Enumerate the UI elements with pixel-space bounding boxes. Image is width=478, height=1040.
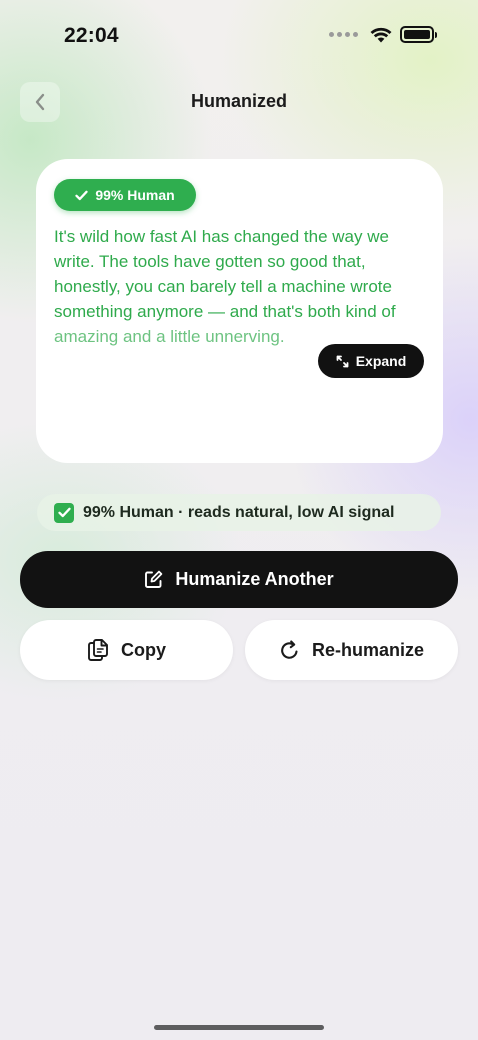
page-title: Humanized	[190, 91, 287, 111]
rehumanize-button[interactable]: Re-humanize	[245, 620, 458, 680]
expand-button[interactable]: Expand	[318, 344, 424, 378]
humanize-another-label: Humanize Another	[175, 569, 334, 589]
status-icons	[329, 26, 437, 43]
score-summary: 99% Human · reads natural, low AI signal	[37, 494, 441, 531]
signal-icon	[329, 32, 358, 37]
humanize-another-button[interactable]: Humanize Another	[20, 551, 458, 608]
home-indicator[interactable]	[154, 1025, 324, 1030]
expand-icon	[336, 355, 349, 367]
status-time: 22:04	[64, 24, 119, 47]
wifi-icon	[370, 27, 392, 42]
humanized-text-main: It's wild how fast AI has changed the wa…	[54, 227, 396, 321]
humanized-text[interactable]: It's wild how fast AI has changed the wa…	[54, 224, 426, 349]
checked-box-icon	[54, 502, 74, 523]
human-score-badge: 99% Human	[54, 179, 196, 211]
expand-label: Expand	[355, 353, 407, 369]
badge-label: 99% Human	[95, 187, 175, 203]
rehumanize-label: Re-humanize	[311, 639, 425, 660]
humanized-text-faded: amazing and a little unnerving.	[54, 327, 285, 346]
score-summary-label: 99% Human · reads natural, low AI signal	[83, 503, 395, 521]
copy-icon	[88, 639, 108, 661]
copy-label: Copy	[121, 639, 166, 660]
copy-button[interactable]: Copy	[20, 620, 233, 680]
checkmark-icon	[75, 190, 88, 200]
battery-icon	[400, 26, 437, 43]
edit-icon	[145, 570, 163, 588]
refresh-icon	[281, 639, 298, 659]
